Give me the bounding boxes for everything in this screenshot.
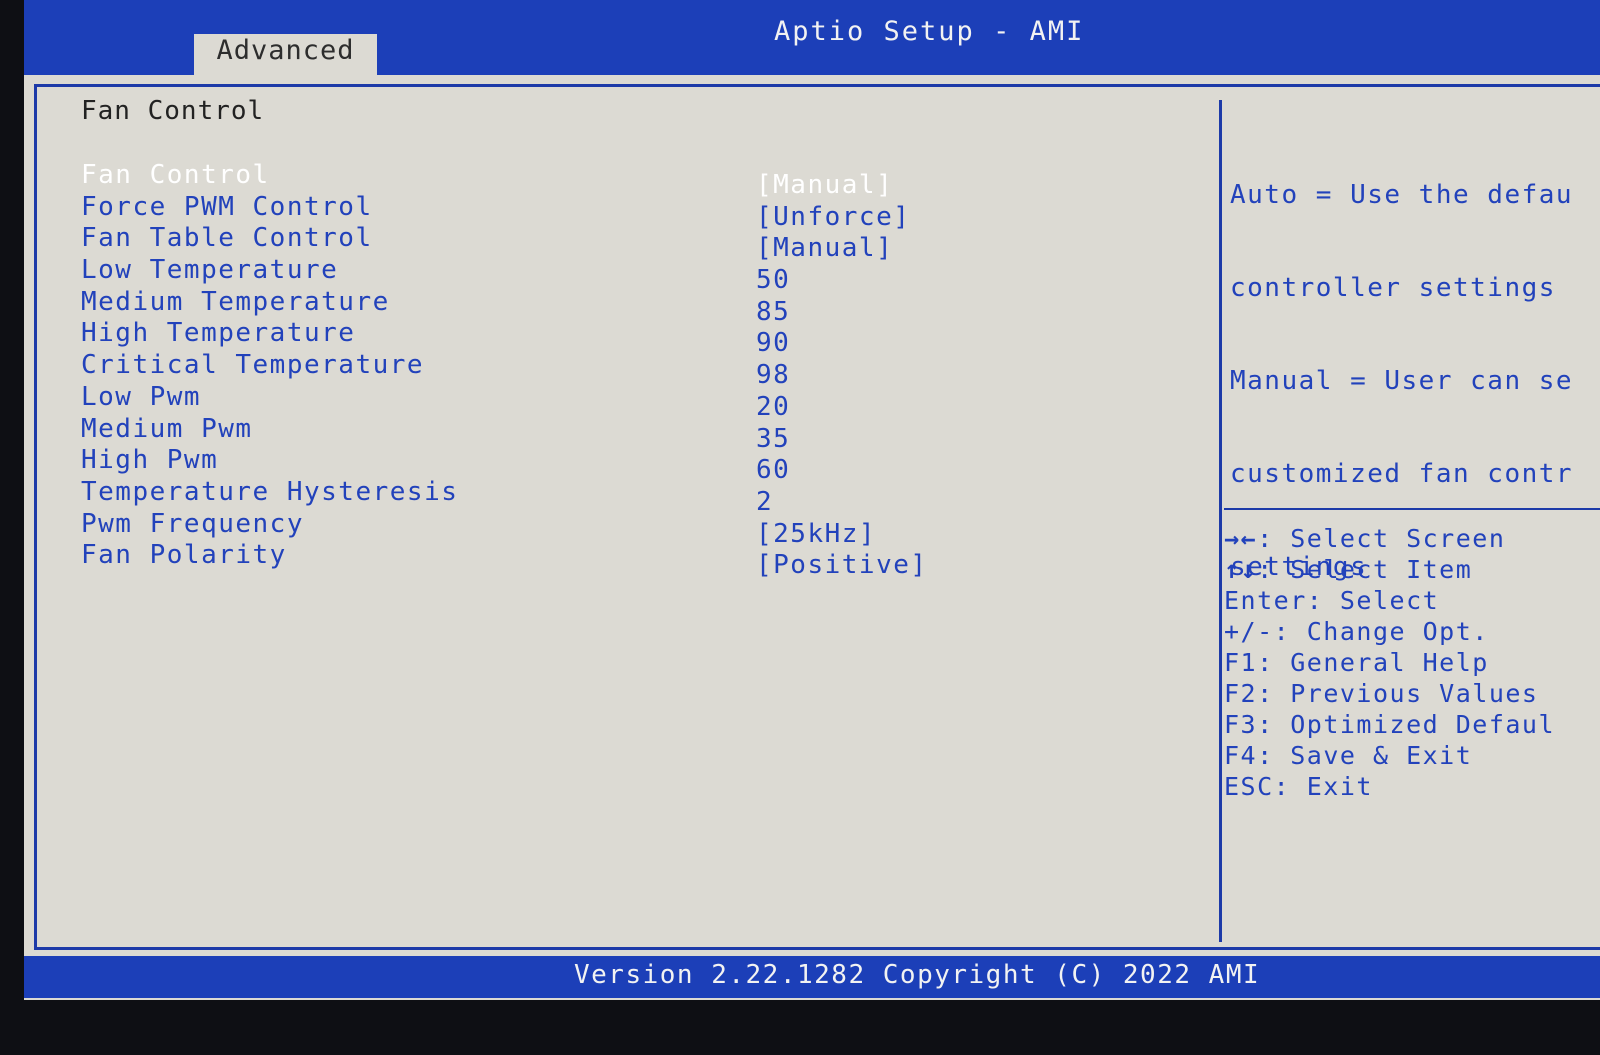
- version-copyright: Version 2.22.1282 Copyright (C) 2022 AMI: [574, 960, 1261, 990]
- key-action: : Optimized Defaul: [1257, 710, 1556, 739]
- setting-fan-table-control[interactable]: Fan Table Control [Manual]: [81, 223, 1191, 263]
- title-bar: Aptio Setup - AMI Advanced: [24, 0, 1600, 75]
- key-action: : Previous Values: [1257, 679, 1539, 708]
- help-line: Auto = Use the defau: [1230, 180, 1574, 210]
- arrow-left-right-icon: →←: [1224, 524, 1258, 553]
- arrow-up-down-icon: ↑↓: [1224, 555, 1258, 584]
- panel-divider: [1219, 100, 1222, 942]
- key-name: F2: [1224, 679, 1258, 708]
- setting-label: Medium Pwm: [81, 413, 253, 444]
- key-help-item: ↑↓: Select Item: [1224, 555, 1600, 586]
- key-help-item: F3: Optimized Defaul: [1224, 710, 1600, 741]
- help-line: Manual = User can se: [1230, 366, 1574, 396]
- setting-force-pwm-control[interactable]: Force PWM Control [Unforce]: [81, 191, 1191, 232]
- setting-high-temperature[interactable]: High Temperature 90: [81, 318, 1191, 358]
- key-help-item: F4: Save & Exit: [1224, 741, 1600, 772]
- settings-list: Fan Control [Manual] Force PWM Control […: [81, 160, 1191, 580]
- setting-label: Fan Control: [81, 160, 270, 190]
- key-name: ESC: [1224, 772, 1274, 801]
- setting-label: Critical Temperature: [81, 350, 425, 381]
- setting-label: Fan Table Control: [81, 223, 373, 254]
- setting-label: Low Pwm: [81, 381, 202, 412]
- key-name: F3: [1224, 710, 1258, 739]
- setting-label: High Pwm: [81, 445, 219, 476]
- setting-medium-temperature[interactable]: Medium Temperature 85: [81, 286, 1191, 327]
- key-action: : Select Item: [1257, 555, 1473, 584]
- key-help-item: →←: Select Screen: [1224, 524, 1600, 555]
- section-title: Fan Control: [81, 96, 265, 126]
- key-action: : Select Screen: [1257, 524, 1506, 553]
- setting-value[interactable]: [Positive]: [756, 550, 928, 580]
- setting-label: Fan Polarity: [81, 540, 287, 571]
- setting-label: Force PWM Control: [81, 191, 373, 222]
- setting-label: Medium Temperature: [81, 286, 390, 317]
- key-name: +/-: [1224, 617, 1274, 646]
- setting-label: Low Temperature: [81, 255, 339, 286]
- setting-label: Temperature Hysteresis: [81, 476, 459, 507]
- setting-low-pwm[interactable]: Low Pwm 20: [81, 381, 1191, 422]
- app-title: Aptio Setup - AMI: [774, 16, 1085, 47]
- help-line: customized fan contr: [1230, 459, 1574, 489]
- setting-fan-control[interactable]: Fan Control [Manual]: [81, 160, 1191, 200]
- key-action: : General Help: [1257, 648, 1489, 677]
- key-help-item: ESC: Exit: [1224, 772, 1600, 803]
- key-action: : Change Opt.: [1273, 617, 1489, 646]
- setting-low-temperature[interactable]: Low Temperature 50: [81, 255, 1191, 295]
- setting-label: Pwm Frequency: [81, 508, 304, 539]
- key-help-item: F2: Previous Values: [1224, 679, 1600, 710]
- setting-temperature-hysteresis[interactable]: Temperature Hysteresis 2: [81, 476, 1191, 517]
- key-help-item: +/-: Change Opt.: [1224, 617, 1600, 648]
- key-action: : Exit: [1273, 772, 1373, 801]
- key-name: Enter: [1224, 586, 1307, 615]
- setting-fan-polarity[interactable]: Fan Polarity [Positive]: [81, 540, 1191, 580]
- key-help-item: Enter: Select: [1224, 586, 1600, 617]
- key-action: : Save & Exit: [1257, 741, 1473, 770]
- setting-critical-temperature[interactable]: Critical Temperature 98: [81, 350, 1191, 390]
- help-line: controller settings: [1230, 273, 1556, 303]
- key-help-list: →←: Select Screen ↑↓: Select Item Enter:…: [1224, 524, 1600, 803]
- tab-advanced[interactable]: Advanced: [194, 34, 377, 75]
- setting-medium-pwm[interactable]: Medium Pwm 35: [81, 413, 1191, 454]
- key-help-item: F1: General Help: [1224, 648, 1600, 679]
- bios-screen: Aptio Setup - AMI Advanced Fan Control F…: [24, 0, 1600, 1000]
- setting-label: High Temperature: [81, 318, 356, 349]
- key-name: F1: [1224, 648, 1258, 677]
- key-action: : Select: [1306, 586, 1440, 615]
- key-name: F4: [1224, 741, 1258, 770]
- setting-high-pwm[interactable]: High Pwm 60: [81, 445, 1191, 485]
- setting-pwm-frequency[interactable]: Pwm Frequency [25kHz]: [81, 508, 1191, 549]
- footer-bar: Version 2.22.1282 Copyright (C) 2022 AMI: [24, 956, 1600, 998]
